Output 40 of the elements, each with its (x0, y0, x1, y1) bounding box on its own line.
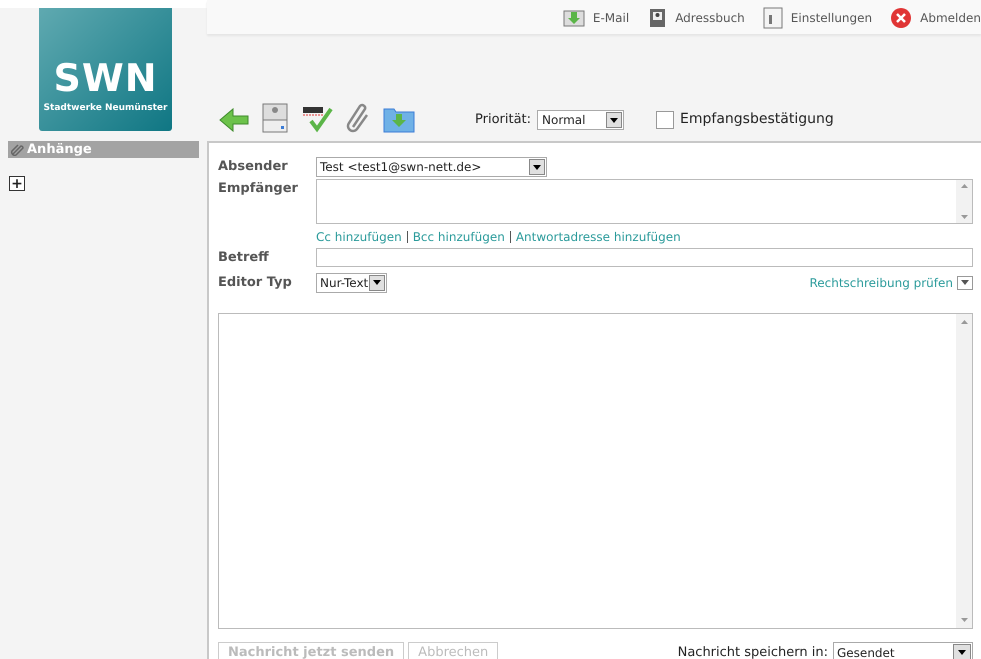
subject-label: Betreff (218, 249, 270, 267)
scroll-down-icon[interactable] (960, 215, 968, 219)
spellcheck-button[interactable] (301, 105, 333, 133)
priority-label: Priorität: (475, 111, 532, 130)
top-nav-link[interactable]: Einstellungen (762, 7, 872, 29)
logo-subtitle: Stadtwerke Neumünster (44, 102, 168, 114)
recipient-label: Empfänger (218, 180, 299, 198)
print-button[interactable] (261, 103, 289, 133)
priority-select[interactable]: Normal (537, 110, 624, 130)
save-folder-select[interactable]: Gesendet (833, 642, 973, 659)
checkmark-icon (301, 105, 333, 133)
arrow-left-icon (219, 107, 249, 133)
panel-icon (762, 7, 783, 29)
add-attachment-button[interactable]: + (9, 176, 25, 191)
attachments-title: Anhänge (27, 140, 92, 159)
sender-label: Absender (218, 158, 289, 176)
sender-select[interactable]: Test <test1@swn-nett.de> (316, 157, 547, 177)
receipt-label: Empfangsbestätigung (680, 110, 834, 129)
subject-field[interactable] (316, 248, 973, 267)
editor-type-select[interactable]: Nur-Text (316, 272, 388, 292)
top-nav-link[interactable]: Abmelden (890, 7, 981, 29)
logo-title: SWN (53, 60, 158, 96)
paperclip-icon (345, 103, 371, 133)
scroll-up-icon[interactable] (960, 320, 968, 324)
recipient-field[interactable] (316, 179, 973, 224)
printer-icon (261, 103, 289, 133)
message-body-field[interactable] (218, 312, 973, 628)
mail-icon (562, 8, 585, 28)
attach-button[interactable] (345, 103, 371, 133)
editor-type-label: Editor Typ (218, 274, 293, 292)
paperclip-icon (10, 144, 24, 156)
back-button[interactable] (219, 107, 249, 133)
save-in-label: Nachricht speichern in: (678, 644, 828, 659)
top-nav-link[interactable]: E-Mail (562, 8, 630, 28)
scroll-up-icon[interactable] (960, 184, 968, 188)
scroll-down-icon[interactable] (960, 618, 968, 622)
address-book-icon (647, 8, 668, 28)
receipt-checkbox[interactable] (656, 110, 674, 128)
top-nav-link[interactable]: Adressbuch (647, 8, 745, 28)
close-icon (890, 7, 912, 29)
